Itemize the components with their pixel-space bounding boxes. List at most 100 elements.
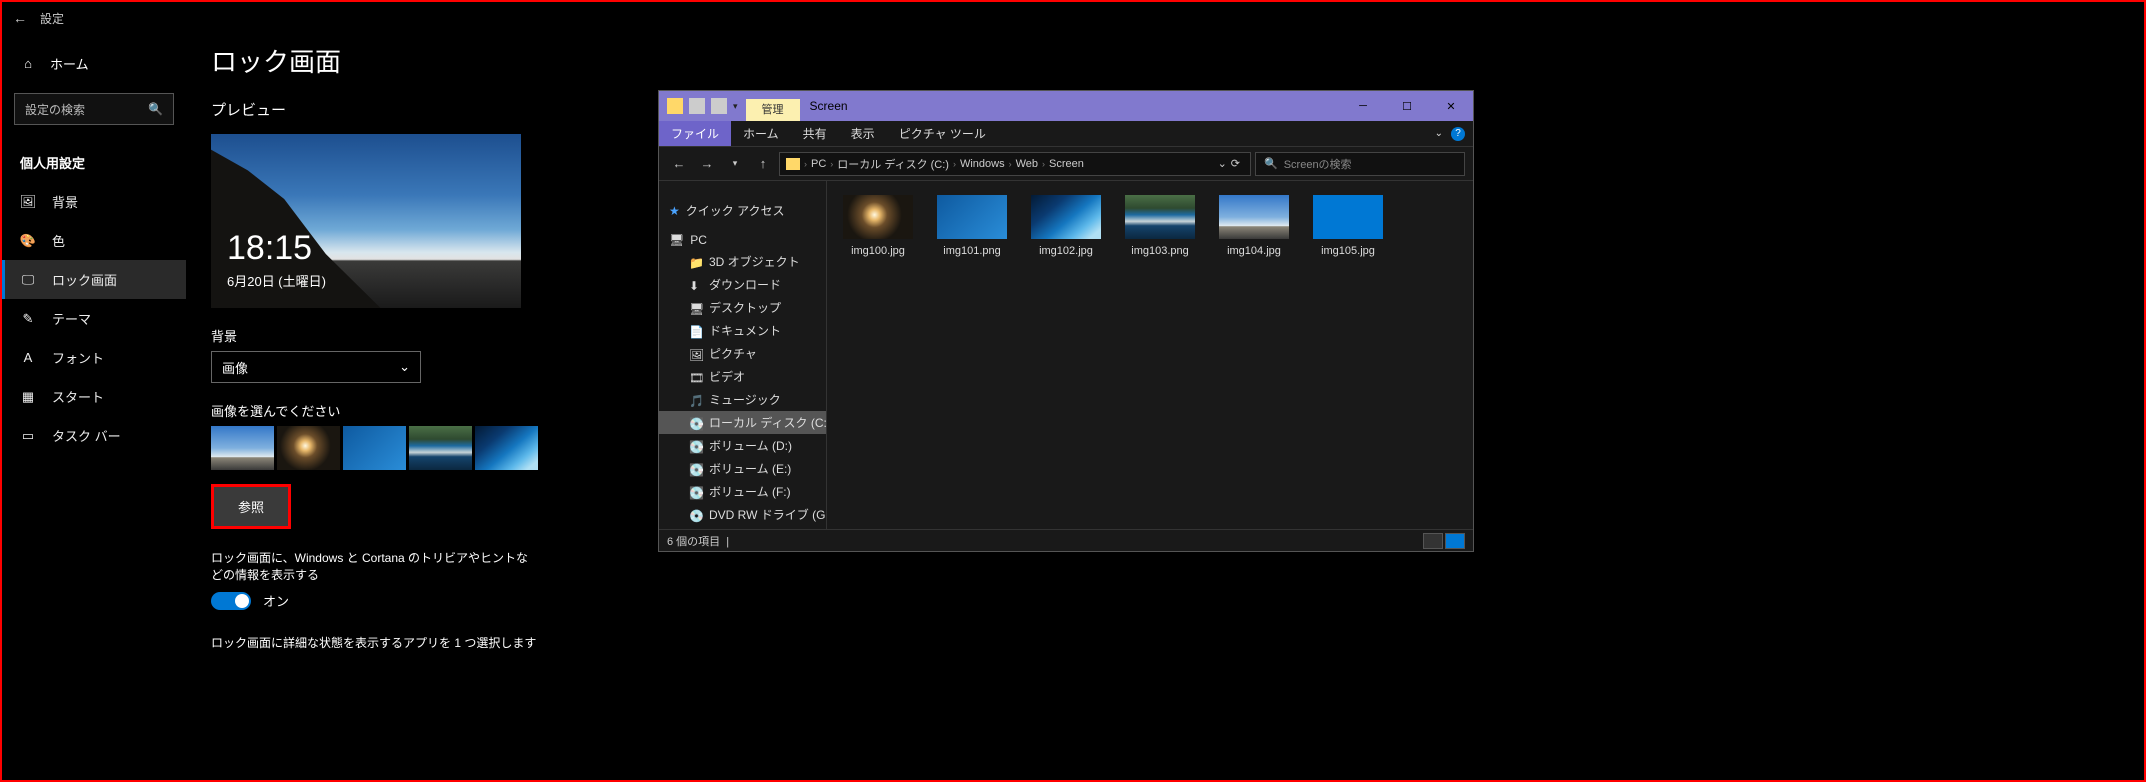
detail-text: ロック画面に詳細な状態を表示するアプリを 1 つ選択します [211, 634, 538, 651]
breadcrumb-item[interactable]: ローカル ディスク (C:) [837, 156, 949, 172]
crumb-sep-icon: › [830, 159, 833, 169]
tree-item[interactable]: 📁3D オブジェクト [659, 250, 826, 273]
theme-icon: ✎ [20, 311, 36, 327]
document-icon: 📄 [689, 325, 703, 337]
preview-date: 6月20日 (土曜日) [227, 271, 326, 290]
lock-icon: 🖵 [20, 272, 36, 288]
tree-quick-access[interactable]: ★クイック アクセス [659, 199, 826, 222]
details-view-button[interactable] [1423, 533, 1443, 549]
minimize-button[interactable]: ─ [1341, 91, 1385, 121]
address-bar[interactable]: › PC› ローカル ディスク (C:)› Windows› Web› Scre… [779, 152, 1251, 176]
maximize-button[interactable]: ☐ [1385, 91, 1429, 121]
refresh-icon[interactable]: ⟳ [1231, 157, 1240, 170]
taskbar-icon: ▭ [20, 428, 36, 444]
tab-home[interactable]: ホーム [731, 121, 791, 146]
status-bar: 6 個の項目 | [659, 529, 1473, 551]
nav-fonts[interactable]: Aフォント [2, 338, 186, 377]
file-name: img101.png [935, 245, 1009, 257]
file-thumbnail [1031, 195, 1101, 239]
file-thumbnail [937, 195, 1007, 239]
explorer-search-input[interactable]: 🔍 Screenの検索 [1255, 152, 1465, 176]
hint-toggle[interactable]: オン [211, 591, 538, 610]
file-item[interactable]: img101.png [935, 195, 1009, 257]
settings-search-input[interactable]: 設定の検索 🔍 [14, 93, 174, 125]
tab-view[interactable]: 表示 [839, 121, 887, 146]
thumb-option[interactable] [343, 426, 406, 470]
ribbon-collapse-icon[interactable]: ⌄ [1435, 128, 1443, 139]
titlebar-left: ▾ 管理 Screen [659, 91, 848, 121]
file-item[interactable]: img105.jpg [1311, 195, 1385, 257]
window-controls: ─ ☐ ✕ [1341, 91, 1473, 121]
nav-back-button[interactable]: ← [667, 156, 691, 171]
tree-item[interactable]: ⬇ダウンロード [659, 273, 826, 296]
explorer-title: Screen [800, 99, 848, 113]
help-icon[interactable]: ? [1451, 127, 1465, 141]
settings-sidebar: ⌂ ホーム 設定の検索 🔍 個人用設定 🖼背景 🎨色 🖵ロック画面 ✎テーマ A… [2, 2, 187, 780]
nav-history-icon[interactable]: ▾ [723, 158, 747, 169]
toggle-label: オン [263, 591, 289, 610]
file-item[interactable]: img100.jpg [841, 195, 915, 257]
nav-taskbar[interactable]: ▭タスク バー [2, 416, 186, 455]
nav-background[interactable]: 🖼背景 [2, 182, 186, 221]
qat-dropdown-icon[interactable]: ▾ [733, 101, 738, 112]
tree-item[interactable]: 💽ボリューム (F:) [659, 480, 826, 503]
file-item[interactable]: img104.jpg [1217, 195, 1291, 257]
qat-icon[interactable] [711, 98, 727, 114]
breadcrumb-item[interactable]: PC [811, 158, 826, 170]
tree-item[interactable]: 💽ボリューム (E:) [659, 457, 826, 480]
font-icon: A [20, 350, 36, 365]
nav-colors[interactable]: 🎨色 [2, 221, 186, 260]
thumb-option[interactable] [211, 426, 274, 470]
file-item[interactable]: img103.png [1123, 195, 1197, 257]
explorer-titlebar[interactable]: ▾ 管理 Screen ─ ☐ ✕ [659, 91, 1473, 121]
tree-item[interactable]: 🎞ビデオ [659, 365, 826, 388]
home-link[interactable]: ⌂ ホーム [2, 42, 186, 85]
browse-button[interactable]: 参照 [211, 484, 291, 529]
tab-file[interactable]: ファイル [659, 121, 731, 146]
breadcrumb-item[interactable]: Windows [960, 158, 1005, 170]
hint-text: ロック画面に、Windows と Cortana のトリビアやヒントなどの情報を… [211, 549, 538, 583]
back-icon[interactable]: ← [12, 10, 28, 26]
breadcrumb-item[interactable]: Web [1016, 158, 1038, 170]
section-heading: 個人用設定 [2, 143, 186, 182]
breadcrumb-item[interactable]: Screen [1049, 158, 1084, 170]
tree-item[interactable]: 💽ボリューム (D:) [659, 434, 826, 457]
tab-picture-tools[interactable]: ピクチャ ツール [887, 121, 998, 146]
video-icon: 🎞 [689, 371, 703, 383]
file-item[interactable]: img102.jpg [1029, 195, 1103, 257]
thumb-option[interactable] [409, 426, 472, 470]
pc-icon: 🖥 [669, 233, 684, 247]
tree-item[interactable]: 💿DVD RW ドライブ (G:) [659, 503, 826, 526]
folder-icon[interactable] [667, 98, 683, 114]
file-name: img105.jpg [1311, 245, 1385, 257]
file-list[interactable]: img100.jpg img101.png img102.jpg img103.… [827, 181, 1473, 529]
tree-item[interactable]: 📄ドキュメント [659, 319, 826, 342]
icons-view-button[interactable] [1445, 533, 1465, 549]
thumb-option[interactable] [277, 426, 340, 470]
background-select[interactable]: 画像 ⌄ [211, 351, 421, 383]
tree-item[interactable]: 🖥デスクトップ [659, 296, 826, 319]
file-name: img100.jpg [841, 245, 915, 257]
tab-share[interactable]: 共有 [791, 121, 839, 146]
picture-icon: 🖼 [20, 194, 36, 210]
tree-item[interactable]: 🖼ピクチャ [659, 342, 826, 365]
nav-forward-button[interactable]: → [695, 156, 719, 171]
search-placeholder: 設定の検索 [25, 101, 85, 118]
crumb-sep-icon: › [1042, 159, 1045, 169]
tree-pc[interactable]: 🖥PC [659, 230, 826, 250]
thumb-option[interactable] [475, 426, 538, 470]
nav-themes[interactable]: ✎テーマ [2, 299, 186, 338]
home-label: ホーム [50, 54, 89, 73]
tree-item-local-c[interactable]: 💽ローカル ディスク (C:) [659, 411, 826, 434]
folder-icon [786, 158, 800, 170]
qat-icon[interactable] [689, 98, 705, 114]
crumb-sep-icon: › [1009, 159, 1012, 169]
nav-tree: ★クイック アクセス 🖥PC 📁3D オブジェクト ⬇ダウンロード 🖥デスクトッ… [659, 181, 827, 529]
nav-up-button[interactable]: ↑ [751, 156, 775, 171]
nav-lockscreen[interactable]: 🖵ロック画面 [2, 260, 186, 299]
tree-item[interactable]: 🎵ミュージック [659, 388, 826, 411]
ribbon-context-tab[interactable]: 管理 [746, 99, 800, 121]
close-button[interactable]: ✕ [1429, 91, 1473, 121]
nav-start[interactable]: ▦スタート [2, 377, 186, 416]
addr-dropdown-icon[interactable]: ⌄ [1218, 157, 1227, 170]
